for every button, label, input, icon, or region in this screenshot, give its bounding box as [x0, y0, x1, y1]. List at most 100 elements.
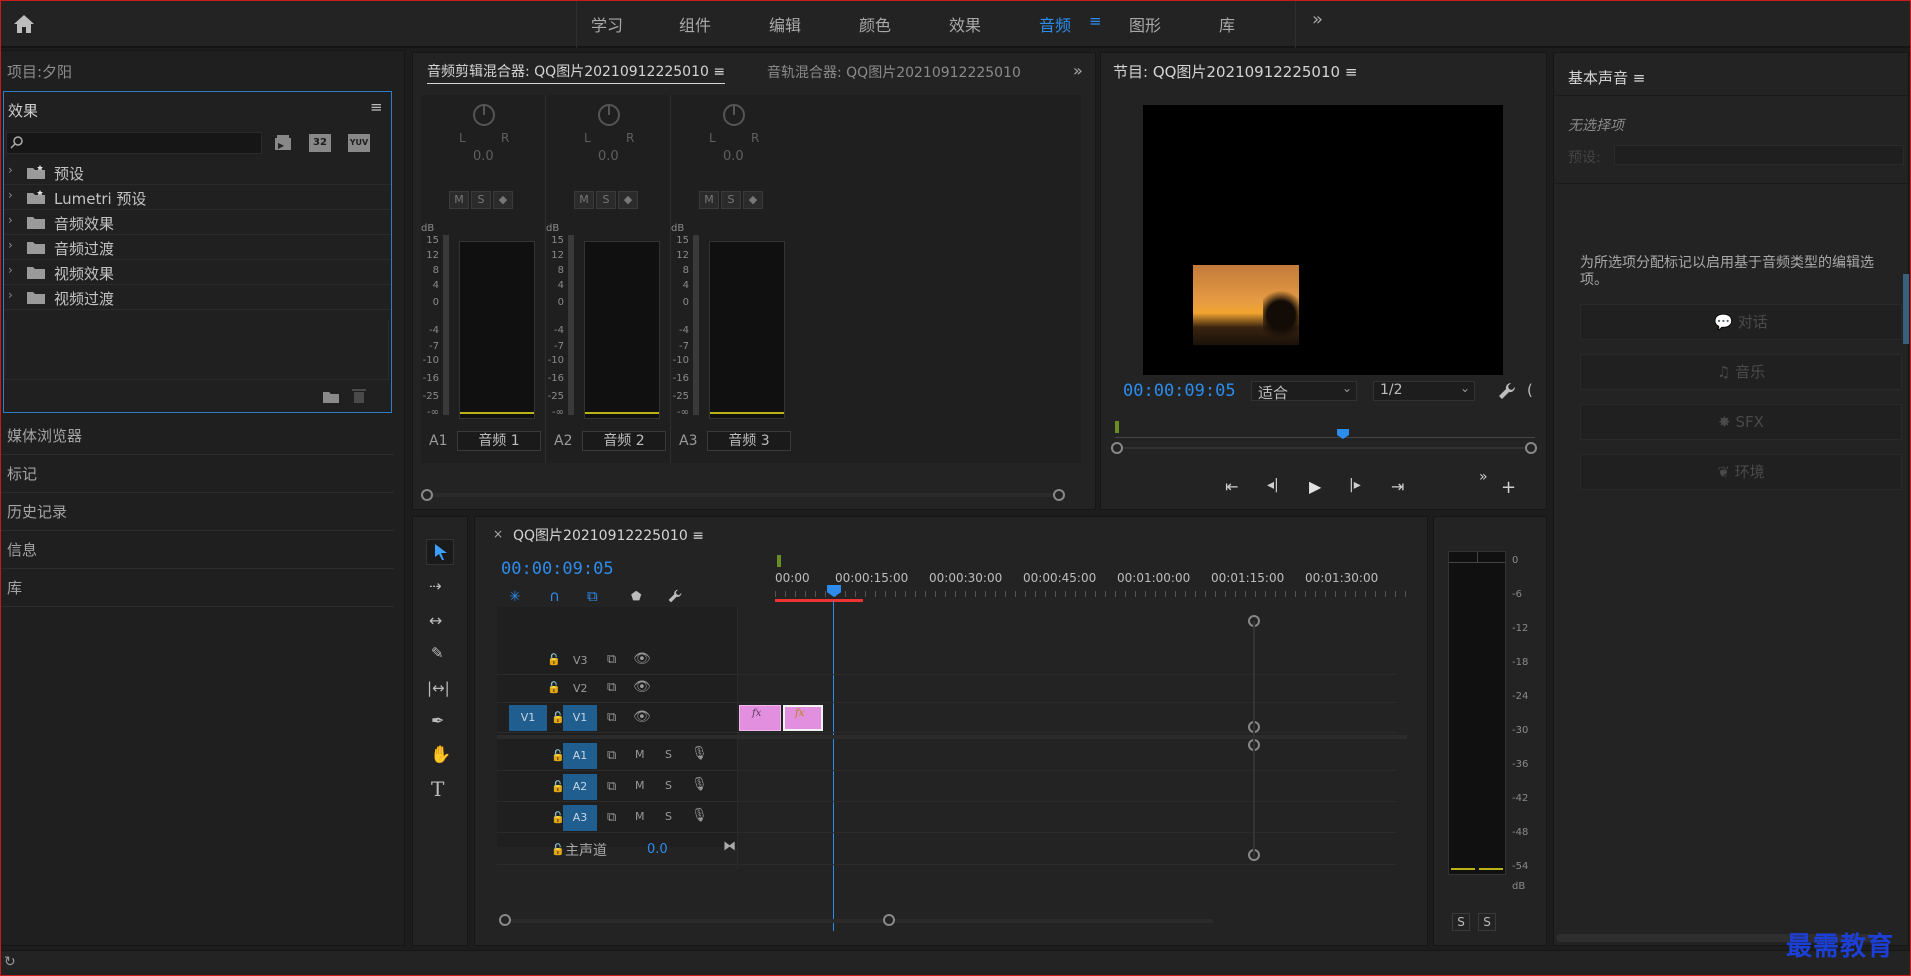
- video-clip-selected[interactable]: fx: [783, 705, 823, 731]
- track-label[interactable]: V3: [573, 654, 588, 667]
- channel-name[interactable]: 音频 3: [707, 431, 791, 451]
- sync-lock-icon[interactable]: ⧉: [607, 748, 616, 763]
- dialogue-button[interactable]: 💬 对话: [1580, 304, 1902, 340]
- solo-button[interactable]: S: [721, 191, 741, 209]
- media-browser-panel[interactable]: 媒体浏览器: [1, 417, 394, 455]
- ripple-edit-tool-icon[interactable]: ↔: [429, 611, 442, 630]
- chevron-right-icon[interactable]: ›: [8, 263, 13, 277]
- track-target-a2[interactable]: A2: [563, 774, 597, 800]
- preset-dropdown[interactable]: [1614, 145, 1904, 165]
- zoom-bar[interactable]: [1115, 447, 1535, 449]
- settings-overflow-icon[interactable]: (: [1527, 381, 1533, 399]
- sfx-button[interactable]: ✸ SFX: [1580, 404, 1902, 440]
- sync-lock-icon[interactable]: ⧉: [607, 652, 616, 667]
- yuv-effects-icon[interactable]: YUV: [348, 134, 370, 152]
- add-button-icon[interactable]: +: [1501, 477, 1516, 498]
- effects-menu-icon[interactable]: ≡: [370, 98, 383, 116]
- tab-learn[interactable]: 学习: [591, 12, 623, 36]
- panel-scrollbar[interactable]: [1903, 274, 1909, 344]
- tab-audio-clip-mixer[interactable]: 音频剪辑混合器: QQ图片20210912225010 ≡: [427, 61, 726, 84]
- slip-tool-icon[interactable]: |↔|: [427, 679, 450, 697]
- program-timecode[interactable]: 00:00:09:05: [1123, 381, 1236, 401]
- solo-button[interactable]: S: [471, 191, 491, 209]
- selection-tool[interactable]: [426, 539, 454, 565]
- tab-editing[interactable]: 编辑: [769, 12, 801, 36]
- tab-libraries[interactable]: 库: [1219, 12, 1235, 36]
- tree-item-audio-effects[interactable]: › 音频效果: [4, 210, 391, 235]
- more-workspaces-icon[interactable]: »: [1312, 9, 1323, 30]
- track-target-a1[interactable]: A1: [563, 743, 597, 769]
- timeline-timecode[interactable]: 00:00:09:05: [501, 559, 614, 579]
- pan-value[interactable]: 0.0: [473, 149, 494, 164]
- program-video-frame[interactable]: [1143, 105, 1503, 375]
- mute-track-button[interactable]: M: [635, 810, 645, 823]
- lock-icon[interactable]: 🔓: [547, 653, 561, 666]
- microphone-icon[interactable]: 🎙: [691, 808, 708, 823]
- sync-lock-icon[interactable]: ⧉: [607, 710, 616, 725]
- timeline-h-scrollbar[interactable]: [499, 914, 1213, 926]
- write-keyframes-button[interactable]: ◆: [493, 191, 513, 209]
- tree-item-presets[interactable]: › 预设: [4, 160, 391, 185]
- background-task-icon[interactable]: ↻: [4, 954, 16, 970]
- time-ruler[interactable]: 00:00 00:00:15:00 00:00:30:00 00:00:45:0…: [775, 553, 1415, 603]
- source-patch-v1[interactable]: V1: [509, 705, 547, 731]
- track-select-tool-icon[interactable]: ⇢: [429, 577, 442, 595]
- timeline-settings-wrench-icon[interactable]: [667, 588, 683, 604]
- libraries-panel[interactable]: 库: [1, 569, 394, 607]
- 32-bit-effects-icon[interactable]: 32: [309, 134, 331, 152]
- lock-icon[interactable]: 🔓: [551, 843, 565, 856]
- sync-lock-icon[interactable]: ⧉: [607, 810, 616, 825]
- resolution-dropdown[interactable]: 1/2 ⌄: [1373, 381, 1475, 401]
- tab-audio[interactable]: 音频: [1039, 12, 1071, 36]
- tree-item-lumetri-presets[interactable]: › Lumetri 预设: [4, 185, 391, 210]
- hand-tool-icon[interactable]: ✋: [430, 745, 451, 765]
- microphone-icon[interactable]: 🎙: [691, 777, 708, 792]
- v-scroll-track[interactable]: [1253, 621, 1255, 857]
- razor-tool-icon[interactable]: ✎: [431, 644, 444, 662]
- tab-assembly[interactable]: 组件: [679, 12, 711, 36]
- master-volume-value[interactable]: 0.0: [647, 842, 668, 857]
- add-marker-icon[interactable]: ⬟: [631, 589, 641, 603]
- track-target-a3[interactable]: A3: [563, 805, 597, 831]
- fader-track[interactable]: [443, 235, 449, 415]
- magnet-icon[interactable]: ∩: [549, 587, 560, 605]
- microphone-icon[interactable]: 🎙: [691, 746, 708, 761]
- lock-icon[interactable]: 🔓: [547, 681, 561, 694]
- sync-lock-icon[interactable]: ⧉: [607, 680, 616, 695]
- pan-knob-icon[interactable]: [722, 103, 746, 127]
- tab-audio-track-mixer[interactable]: 音轨混合器: QQ图片20210912225010: [767, 62, 1021, 82]
- video-audio-divider[interactable]: [497, 735, 1407, 739]
- fader-track[interactable]: [568, 235, 574, 415]
- chevron-right-icon[interactable]: ›: [8, 238, 13, 252]
- accelerated-effects-icon[interactable]: ▶: [274, 134, 296, 152]
- channel-name[interactable]: 音频 2: [582, 431, 666, 451]
- sync-lock-icon[interactable]: ⧉: [607, 779, 616, 794]
- linked-selection-icon[interactable]: ⧉: [587, 587, 598, 605]
- more-tabs-icon[interactable]: »: [1073, 61, 1083, 80]
- solo-button[interactable]: S: [596, 191, 616, 209]
- h-scroll-handle-left[interactable]: [499, 914, 511, 926]
- pan-value[interactable]: 0.0: [598, 149, 619, 164]
- eye-icon[interactable]: 👁: [633, 651, 651, 667]
- essential-sound-tab[interactable]: 基本声音 ≡: [1568, 67, 1645, 88]
- video-clip[interactable]: fx: [739, 705, 781, 731]
- eye-icon[interactable]: 👁: [633, 709, 651, 725]
- type-tool-icon[interactable]: T: [431, 777, 444, 801]
- effects-title[interactable]: 效果: [8, 100, 38, 121]
- tree-item-video-transitions[interactable]: › 视频过渡: [4, 285, 391, 310]
- chevron-right-icon[interactable]: ›: [8, 213, 13, 227]
- mute-button[interactable]: M: [574, 191, 594, 209]
- pan-knob-icon[interactable]: [597, 103, 621, 127]
- mute-button[interactable]: M: [449, 191, 469, 209]
- chevron-right-icon[interactable]: ›: [8, 163, 13, 177]
- zoom-handle-right[interactable]: [1525, 442, 1537, 454]
- pan-knob-icon[interactable]: [472, 103, 496, 127]
- project-title[interactable]: 项目:夕阳: [7, 61, 72, 82]
- new-bin-icon[interactable]: [322, 390, 340, 404]
- work-area-bar[interactable]: [775, 599, 863, 602]
- tree-item-video-effects[interactable]: › 视频效果: [4, 260, 391, 285]
- zoom-handle-left[interactable]: [1111, 442, 1123, 454]
- scroll-handle-right[interactable]: [1053, 489, 1065, 501]
- markers-panel[interactable]: 标记: [1, 455, 394, 493]
- mute-track-button[interactable]: M: [635, 748, 645, 761]
